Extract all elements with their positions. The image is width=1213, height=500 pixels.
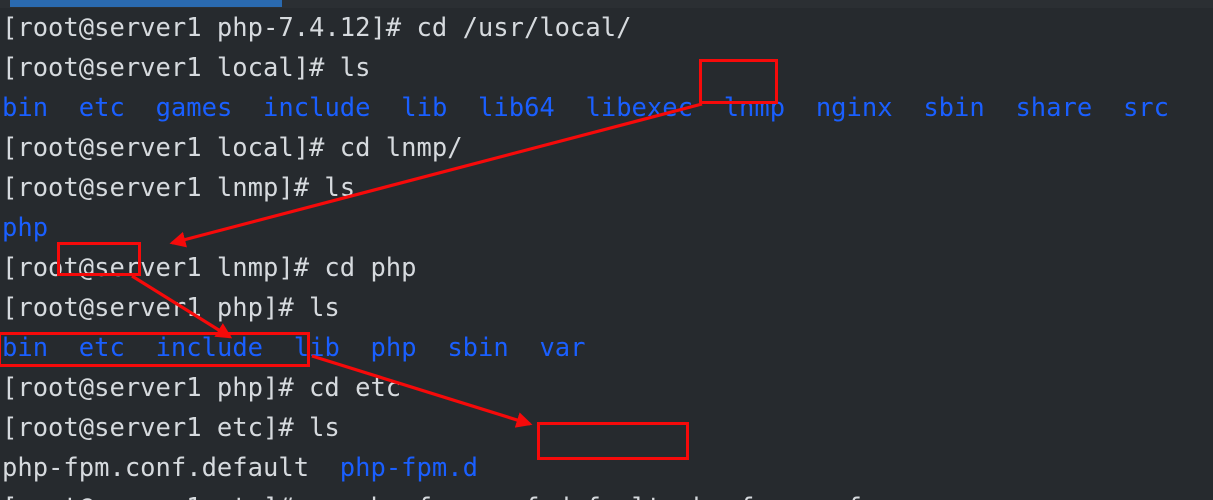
- dir-lib: lib: [401, 93, 448, 123]
- prompt-command: [root@server1 lnmp]# cd php: [2, 253, 417, 283]
- terminal-line-ls-etc-before: php-fpm.conf.default php-fpm.d: [0, 448, 1213, 488]
- dir-bin: bin: [2, 333, 49, 363]
- dir-lnmp: lnmp: [723, 93, 786, 123]
- dir-libexec: libexec: [585, 93, 693, 123]
- terminal-line-cp-command: [root@server1 etc]# cp php-fpm.conf.defa…: [0, 488, 1213, 500]
- dir-include: include: [263, 93, 371, 123]
- dir-etc: etc: [78, 93, 125, 123]
- terminal-window[interactable]: [root@server1 php-7.4.12]# cd /usr/local…: [0, 0, 1213, 500]
- terminal-line-ls-php: bin etc include lib php sbin var: [0, 328, 1213, 368]
- terminal-line: [root@server1 lnmp]# ls: [0, 168, 1213, 208]
- prompt-command: [root@server1 local]# ls: [2, 53, 371, 83]
- terminal-line: [root@server1 etc]# ls: [0, 408, 1213, 448]
- dir-php-fpm-d: php-fpm.d: [339, 453, 478, 483]
- dir-bin: bin: [2, 93, 49, 123]
- terminal-screen[interactable]: [root@server1 php-7.4.12]# cd /usr/local…: [0, 8, 1213, 500]
- prompt-command: [root@server1 etc]# ls: [2, 413, 340, 443]
- dir-games: games: [155, 93, 233, 123]
- prompt-command: [root@server1 etc]# cp php-fpm.conf.defa…: [2, 493, 862, 500]
- dir-php: php: [2, 213, 49, 243]
- active-tab-indicator[interactable]: [10, 0, 282, 7]
- file-php-fpm-conf-default: php-fpm.conf.default: [2, 453, 310, 483]
- dir-etc: etc: [78, 333, 125, 363]
- terminal-line: [root@server1 php]# cd etc: [0, 368, 1213, 408]
- terminal-line-ls-lnmp: php: [0, 208, 1213, 248]
- dir-nginx: nginx: [815, 93, 893, 123]
- prompt-command: [root@server1 local]# cd lnmp/: [2, 133, 463, 163]
- dir-sbin: sbin: [447, 333, 509, 363]
- dir-include: include: [155, 333, 264, 363]
- prompt-command: [root@server1 php-7.4.12]# cd /usr/local…: [2, 13, 632, 43]
- dir-share: share: [1015, 93, 1093, 123]
- terminal-line: [root@server1 php]# ls: [0, 288, 1213, 328]
- terminal-line: [root@server1 local]# ls: [0, 48, 1213, 88]
- prompt-command: [root@server1 lnmp]# ls: [2, 173, 356, 203]
- dir-src: src: [1122, 93, 1169, 123]
- dir-lib64: lib64: [478, 93, 555, 123]
- terminal-line: [root@server1 php-7.4.12]# cd /usr/local…: [0, 8, 1213, 48]
- dir-sbin: sbin: [923, 93, 985, 123]
- dir-var: var: [539, 333, 586, 363]
- dir-php: php: [370, 333, 417, 363]
- terminal-line-ls-usr-local: bin etc games include lib lib64 libexec …: [0, 88, 1213, 128]
- terminal-tab-strip[interactable]: [0, 0, 1213, 8]
- dir-lib: lib: [293, 333, 340, 363]
- prompt-command: [root@server1 php]# ls: [2, 293, 340, 323]
- prompt-command: [root@server1 php]# cd etc: [2, 373, 402, 403]
- terminal-line: [root@server1 local]# cd lnmp/: [0, 128, 1213, 168]
- terminal-line: [root@server1 lnmp]# cd php: [0, 248, 1213, 288]
